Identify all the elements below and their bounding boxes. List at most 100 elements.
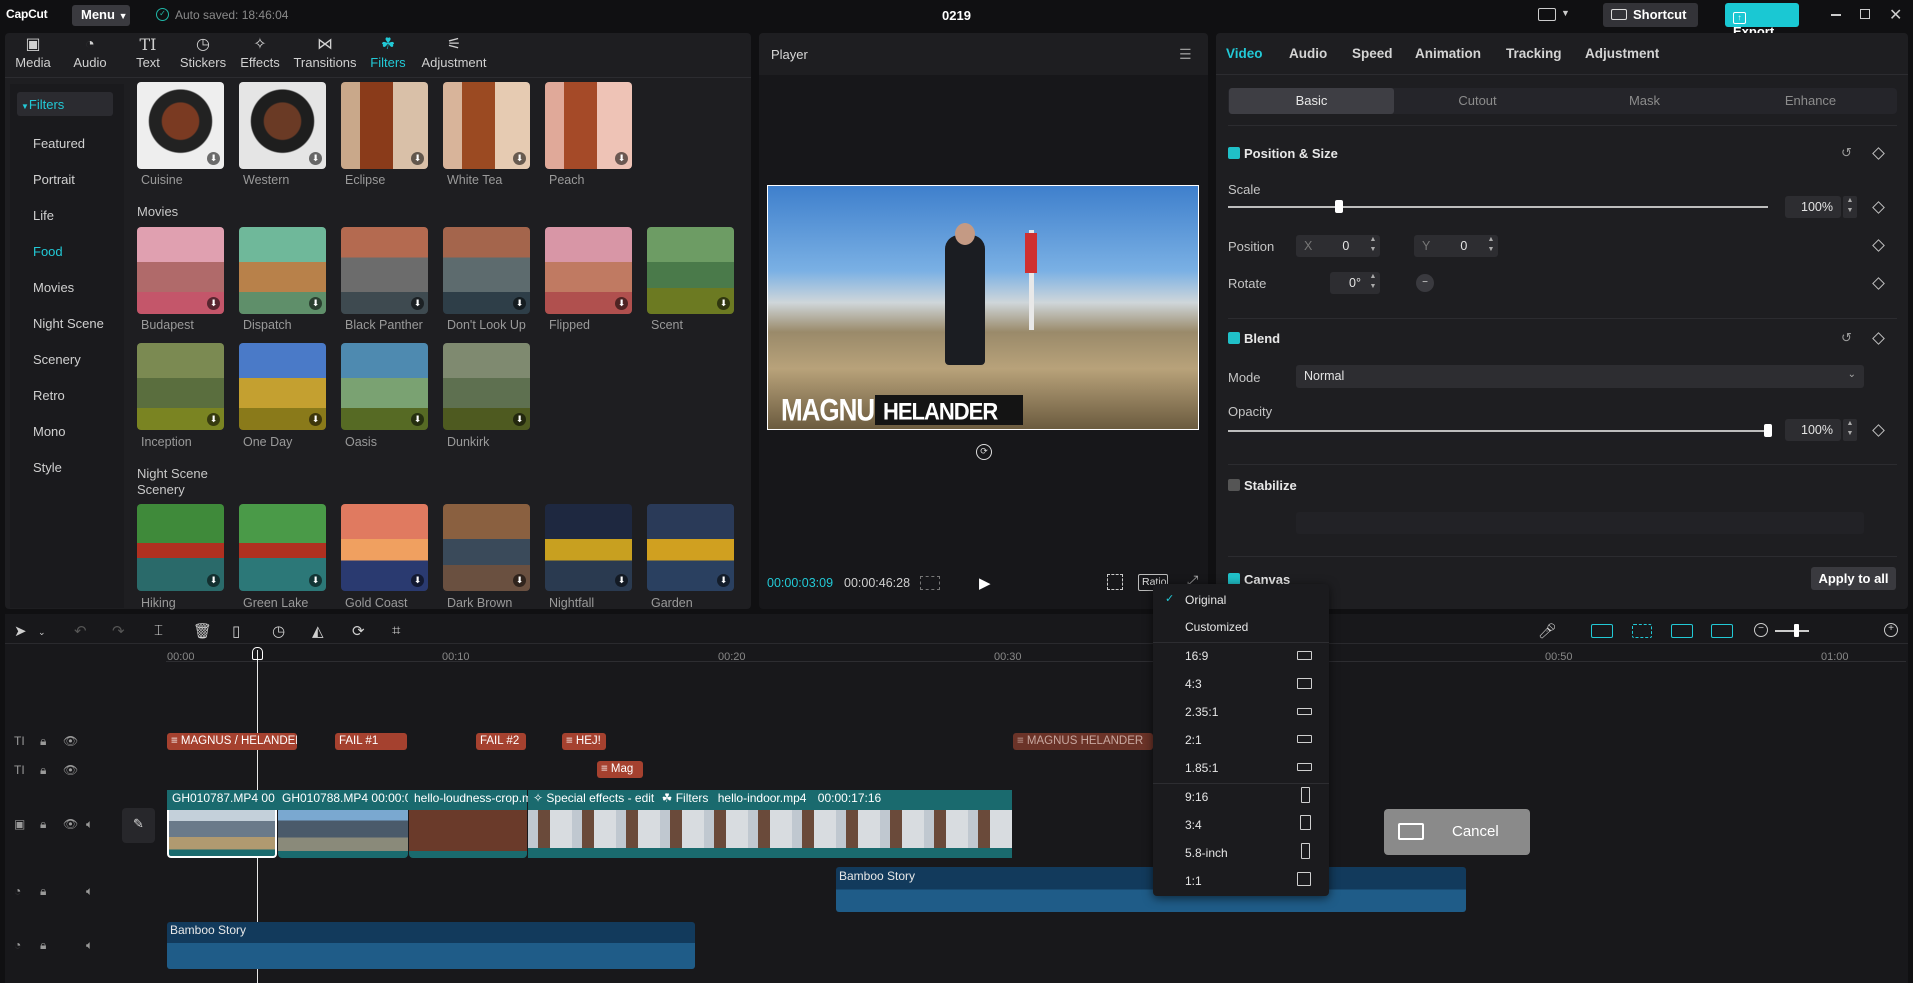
sidebar-item-life[interactable]: Life [33,208,54,223]
position-size-checkbox[interactable] [1228,147,1240,159]
ratio-option-2-35-1[interactable]: 2.35:1 [1185,705,1218,719]
tab-transitions[interactable]: ⋈ Transitions [291,35,359,70]
chevron-down-icon[interactable]: ▼ [1561,8,1570,18]
sidebar-item-scenery[interactable]: Scenery [33,352,81,367]
redo-icon[interactable]: ↷ [112,622,125,640]
tab-filters[interactable]: ☘ Filters [368,35,408,70]
sidebar-item-portrait[interactable]: Portrait [33,172,75,187]
cancel-button[interactable]: Cancel [1384,809,1530,855]
tab-effects[interactable]: ✧ Effects [238,35,282,70]
audio-clip[interactable] [836,867,1466,912]
sidebar-item-featured[interactable]: Featured [33,136,85,151]
linkage-icon[interactable] [1671,624,1693,638]
tab-video[interactable]: Video [1226,46,1263,61]
hamburger-icon[interactable]: ☰ [1179,46,1192,63]
filter-thumb[interactable]: ⬇ [647,227,734,314]
playhead-handle[interactable] [252,647,263,660]
filter-thumb[interactable]: ⬇ [443,504,530,591]
play-icon[interactable]: ▶ [979,574,991,592]
tab-text[interactable]: TI Text [131,35,165,70]
tab-animation[interactable]: Animation [1415,46,1481,61]
undo-icon[interactable]: ↶ [74,622,87,640]
speaker-icon[interactable]: 🔈︎ [86,884,93,899]
tab-adjustment[interactable]: ⚟ Adjustment [419,35,489,70]
sidebar-item-food[interactable]: Food [33,244,63,259]
tab-media[interactable]: ▣ Media [14,35,52,70]
filter-thumb[interactable]: ⬇ [443,82,530,169]
opacity-slider[interactable] [1228,430,1768,432]
ratio-option-2-1[interactable]: 2:1 [1185,733,1202,747]
zoom-in-icon[interactable]: + [1884,623,1898,637]
filter-thumb[interactable]: ⬇ [239,343,326,430]
stabilize-checkbox[interactable] [1228,479,1240,491]
timeline-grid-icon[interactable] [920,576,940,590]
close-icon[interactable]: ✕ [1889,5,1902,25]
speed-icon[interactable]: ◷ [272,622,285,640]
filter-thumb[interactable]: ⬇ [341,227,428,314]
tab-tracking[interactable]: Tracking [1506,46,1562,61]
apply-to-all-button[interactable]: Apply to all [1811,567,1896,590]
scale-value-field[interactable]: 100% [1785,196,1841,218]
lock-icon[interactable]: 🔒︎ [40,734,46,749]
eye-icon[interactable]: 👁︎ [63,734,78,748]
ratio-option-customized[interactable]: Customized [1185,620,1248,634]
zoom-out-icon[interactable]: − [1754,623,1768,637]
rotate-icon[interactable]: ⟳ [352,622,365,640]
scale-slider-knob[interactable] [1334,200,1343,213]
filter-category-header[interactable]: ▼Filters [17,92,113,116]
reset-icon[interactable]: ↺ [1841,330,1852,346]
subtab-basic[interactable]: Basic [1229,88,1394,114]
crop-icon[interactable]: ⌗ [392,622,400,639]
ratio-option-4-3[interactable]: 4:3 [1185,677,1202,691]
filter-thumb[interactable]: ⬇ [341,343,428,430]
mirror-icon[interactable]: ◭ [312,622,324,640]
filter-thumb[interactable]: ⬇ [545,227,632,314]
ratio-option-original[interactable]: Original [1185,593,1226,607]
blend-checkbox[interactable] [1228,332,1240,344]
layout-icon[interactable] [1538,8,1556,21]
filter-thumb[interactable]: ⬇ [341,504,428,591]
opacity-slider-knob[interactable] [1764,424,1772,437]
text-clip[interactable]: ≡ MAGNUS HELANDER [1013,733,1153,750]
ratio-option-1-85-1[interactable]: 1.85:1 [1185,761,1218,775]
ratio-option-9-16[interactable]: 9:16 [1185,790,1208,804]
sidebar-item-movies[interactable]: Movies [33,280,74,295]
filter-thumb[interactable]: ⬇ [137,504,224,591]
delete-icon[interactable]: 🗑 [193,622,212,640]
microphone-icon[interactable]: 🎤︎ [1538,622,1557,640]
ratio-option-1-1[interactable]: 1:1 [1185,874,1202,888]
stepper-icon[interactable]: ▲ ▼ [1484,235,1498,257]
filter-thumb[interactable]: ⬇ [443,343,530,430]
zoom-slider-knob[interactable] [1794,624,1799,637]
reset-icon[interactable]: ↺ [1841,145,1852,161]
freeze-icon[interactable]: ▯ [232,622,240,640]
stepper-icon[interactable]: ▲ ▼ [1366,235,1380,257]
audio-clip[interactable] [167,922,695,969]
magnet-icon[interactable] [1632,624,1652,638]
mode-select[interactable]: Normal ⌄ [1296,365,1864,388]
filter-thumb[interactable]: ⬇ [341,82,428,169]
eye-icon[interactable]: 👁︎ [63,763,78,777]
filter-thumb[interactable]: ⬇ [137,343,224,430]
stepper-icon[interactable]: ▲ ▼ [1843,419,1857,441]
ratio-option-16-9[interactable]: 16:9 [1185,649,1208,663]
filter-thumb[interactable]: ⬇ [545,504,632,591]
ratio-option-3-4[interactable]: 3:4 [1185,818,1202,832]
tab-speed[interactable]: Speed [1352,46,1393,61]
stepper-icon[interactable]: ▲ ▼ [1843,196,1857,218]
text-clip[interactable]: FAIL #1 [335,733,407,750]
filter-thumb[interactable]: ⬇ [137,82,224,169]
opacity-value-field[interactable]: 100% [1785,419,1841,441]
text-clip[interactable]: FAIL #2 [476,733,526,750]
filter-thumb[interactable]: ⬇ [545,82,632,169]
select-tool-icon[interactable]: ➤ [14,622,27,640]
chevron-down-icon[interactable]: ⌄ [38,627,46,638]
text-clip[interactable]: ≡ MAGNUS / HELANDER [167,733,297,750]
subtab-mask[interactable]: Mask [1562,88,1727,114]
filter-thumb[interactable]: ⬇ [647,504,734,591]
zoom-slider[interactable] [1775,630,1809,632]
lock-icon[interactable]: 🔒︎ [40,884,46,899]
shortcut-button[interactable]: Shortcut [1603,3,1698,27]
tab-audio[interactable]: ◔ Audio [70,35,110,70]
filter-thumb[interactable]: ⬇ [239,504,326,591]
